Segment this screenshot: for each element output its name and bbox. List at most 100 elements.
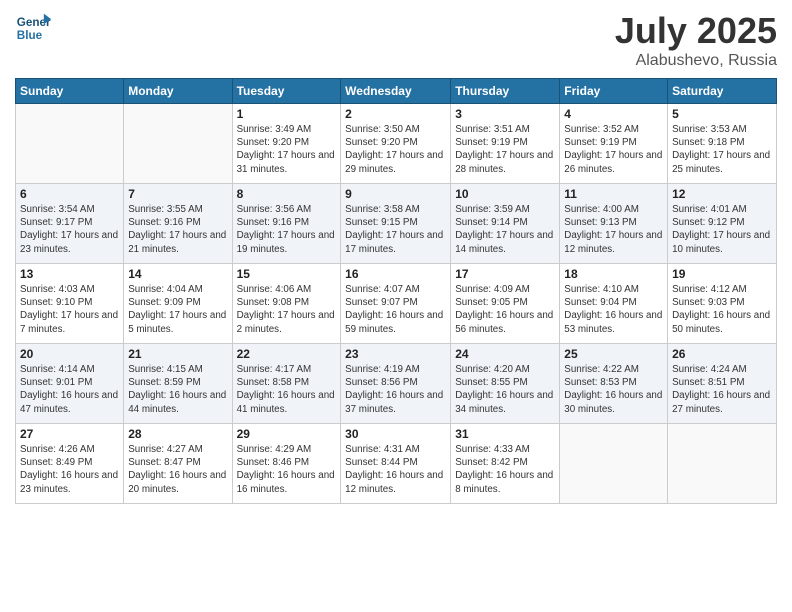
col-thursday: Thursday	[451, 79, 560, 104]
day-number: 1	[237, 107, 337, 121]
cell-w1-d2: 1Sunrise: 3:49 AM Sunset: 9:20 PM Daylig…	[232, 104, 341, 184]
cell-w4-d3: 23 Sunrise: 4:19 AM Sunset: 8:56 PM Dayli…	[341, 344, 451, 424]
day-info: Sunrise: 3:56 AM Sunset: 9:16 PM Dayligh…	[237, 203, 337, 256]
day-info: Sunrise: 4:09 AM Sunset: 9:05 PM Dayligh…	[455, 283, 555, 336]
day-number: 13	[20, 267, 119, 281]
cell-w5-d2: 29Sunrise: 4:29 AM Sunset: 8:46 PM Dayli…	[232, 424, 341, 504]
day-info: Sunrise: 4:15 AM Sunset: 8:59 PM Dayligh…	[128, 363, 227, 416]
day-info: Sunrise: 4:19 AM Sunset: 8:56 PM Dayligh…	[345, 363, 446, 416]
cell-w2-d4: 10Sunrise: 3:59 AM Sunset: 9:14 PM Dayli…	[451, 184, 560, 264]
col-friday: Friday	[560, 79, 668, 104]
cell-w1-d3: 2 Sunrise: 3:50 AM Sunset: 9:20 PM Daylig…	[341, 104, 451, 184]
week-row-2: 6 Sunrise: 3:54 AM Sunset: 9:17 PM Daylig…	[16, 184, 777, 264]
day-number: 21	[128, 347, 227, 361]
day-number: 20	[20, 347, 119, 361]
day-info: Sunrise: 3:52 AM Sunset: 9:19 PM Dayligh…	[564, 123, 663, 176]
week-row-3: 13 Sunrise: 4:03 AM Sunset: 9:10 PM Dayli…	[16, 264, 777, 344]
day-number: 31	[455, 427, 555, 441]
day-number: 19	[672, 267, 772, 281]
day-info: Sunrise: 4:22 AM Sunset: 8:53 PM Dayligh…	[564, 363, 663, 416]
cell-w3-d5: 18 Sunrise: 4:10 AM Sunset: 9:04 PM Dayli…	[560, 264, 668, 344]
cell-w4-d0: 20 Sunrise: 4:14 AM Sunset: 9:01 PM Dayli…	[16, 344, 124, 424]
day-info: Sunrise: 4:33 AM Sunset: 8:42 PM Dayligh…	[455, 443, 555, 496]
week-row-4: 20 Sunrise: 4:14 AM Sunset: 9:01 PM Dayli…	[16, 344, 777, 424]
cell-w3-d0: 13 Sunrise: 4:03 AM Sunset: 9:10 PM Dayli…	[16, 264, 124, 344]
col-tuesday: Tuesday	[232, 79, 341, 104]
col-sunday: Sunday	[16, 79, 124, 104]
cell-w1-d0	[16, 104, 124, 184]
day-number: 18	[564, 267, 663, 281]
day-number: 29	[237, 427, 337, 441]
day-number: 28	[128, 427, 227, 441]
svg-text:Blue: Blue	[17, 29, 43, 42]
day-info: Sunrise: 4:03 AM Sunset: 9:10 PM Dayligh…	[20, 283, 119, 336]
day-info: Sunrise: 4:24 AM Sunset: 8:51 PM Dayligh…	[672, 363, 772, 416]
day-info: Sunrise: 3:50 AM Sunset: 9:20 PM Dayligh…	[345, 123, 446, 176]
header: General Blue July 2025 Alabushevo, Russi…	[15, 10, 777, 70]
day-info: Sunrise: 4:00 AM Sunset: 9:13 PM Dayligh…	[564, 203, 663, 256]
day-info: Sunrise: 3:55 AM Sunset: 9:16 PM Dayligh…	[128, 203, 227, 256]
day-number: 23	[345, 347, 446, 361]
cell-w2-d3: 9 Sunrise: 3:58 AM Sunset: 9:15 PM Daylig…	[341, 184, 451, 264]
day-info: Sunrise: 4:20 AM Sunset: 8:55 PM Dayligh…	[455, 363, 555, 416]
day-info: Sunrise: 4:27 AM Sunset: 8:47 PM Dayligh…	[128, 443, 227, 496]
cell-w1-d6: 5 Sunrise: 3:53 AM Sunset: 9:18 PM Daylig…	[668, 104, 777, 184]
day-number: 7	[128, 187, 227, 201]
day-number: 8	[237, 187, 337, 201]
day-number: 27	[20, 427, 119, 441]
day-number: 6	[20, 187, 119, 201]
day-number: 30	[345, 427, 446, 441]
day-number: 9	[345, 187, 446, 201]
day-number: 26	[672, 347, 772, 361]
cell-w5-d6	[668, 424, 777, 504]
week-row-5: 27 Sunrise: 4:26 AM Sunset: 8:49 PM Dayli…	[16, 424, 777, 504]
day-number: 17	[455, 267, 555, 281]
cell-w2-d2: 8 Sunrise: 3:56 AM Sunset: 9:16 PM Daylig…	[232, 184, 341, 264]
col-saturday: Saturday	[668, 79, 777, 104]
logo: General Blue	[15, 10, 55, 46]
day-number: 5	[672, 107, 772, 121]
cell-w3-d3: 16Sunrise: 4:07 AM Sunset: 9:07 PM Dayli…	[341, 264, 451, 344]
day-info: Sunrise: 4:04 AM Sunset: 9:09 PM Dayligh…	[128, 283, 227, 336]
cell-w4-d4: 24 Sunrise: 4:20 AM Sunset: 8:55 PM Dayli…	[451, 344, 560, 424]
day-number: 12	[672, 187, 772, 201]
day-number: 15	[237, 267, 337, 281]
cell-w1-d4: 3Sunrise: 3:51 AM Sunset: 9:19 PM Daylig…	[451, 104, 560, 184]
day-info: Sunrise: 3:53 AM Sunset: 9:18 PM Dayligh…	[672, 123, 772, 176]
calendar-table: Sunday Monday Tuesday Wednesday Thursday…	[15, 78, 777, 504]
calendar-header-row: Sunday Monday Tuesday Wednesday Thursday…	[16, 79, 777, 104]
day-info: Sunrise: 4:17 AM Sunset: 8:58 PM Dayligh…	[237, 363, 337, 416]
cell-w3-d1: 14 Sunrise: 4:04 AM Sunset: 9:09 PM Dayli…	[124, 264, 232, 344]
cell-w3-d2: 15Sunrise: 4:06 AM Sunset: 9:08 PM Dayli…	[232, 264, 341, 344]
day-info: Sunrise: 3:54 AM Sunset: 9:17 PM Dayligh…	[20, 203, 119, 256]
day-number: 14	[128, 267, 227, 281]
cell-w4-d5: 25Sunrise: 4:22 AM Sunset: 8:53 PM Dayli…	[560, 344, 668, 424]
week-row-1: 1Sunrise: 3:49 AM Sunset: 9:20 PM Daylig…	[16, 104, 777, 184]
day-info: Sunrise: 4:31 AM Sunset: 8:44 PM Dayligh…	[345, 443, 446, 496]
cell-w5-d3: 30 Sunrise: 4:31 AM Sunset: 8:44 PM Dayli…	[341, 424, 451, 504]
day-info: Sunrise: 4:07 AM Sunset: 9:07 PM Dayligh…	[345, 283, 446, 336]
location-title: Alabushevo, Russia	[615, 52, 777, 70]
title-block: July 2025 Alabushevo, Russia	[615, 10, 777, 70]
day-info: Sunrise: 4:01 AM Sunset: 9:12 PM Dayligh…	[672, 203, 772, 256]
day-number: 2	[345, 107, 446, 121]
cell-w2-d1: 7 Sunrise: 3:55 AM Sunset: 9:16 PM Daylig…	[124, 184, 232, 264]
day-info: Sunrise: 4:10 AM Sunset: 9:04 PM Dayligh…	[564, 283, 663, 336]
cell-w4-d1: 21 Sunrise: 4:15 AM Sunset: 8:59 PM Dayli…	[124, 344, 232, 424]
cell-w2-d0: 6 Sunrise: 3:54 AM Sunset: 9:17 PM Daylig…	[16, 184, 124, 264]
cell-w1-d1	[124, 104, 232, 184]
day-number: 3	[455, 107, 555, 121]
cell-w2-d5: 11Sunrise: 4:00 AM Sunset: 9:13 PM Dayli…	[560, 184, 668, 264]
day-info: Sunrise: 3:59 AM Sunset: 9:14 PM Dayligh…	[455, 203, 555, 256]
day-info: Sunrise: 3:58 AM Sunset: 9:15 PM Dayligh…	[345, 203, 446, 256]
cell-w2-d6: 12 Sunrise: 4:01 AM Sunset: 9:12 PM Dayli…	[668, 184, 777, 264]
logo-icon: General Blue	[15, 10, 51, 46]
day-info: Sunrise: 4:14 AM Sunset: 9:01 PM Dayligh…	[20, 363, 119, 416]
day-info: Sunrise: 4:26 AM Sunset: 8:49 PM Dayligh…	[20, 443, 119, 496]
day-number: 4	[564, 107, 663, 121]
col-monday: Monday	[124, 79, 232, 104]
day-number: 24	[455, 347, 555, 361]
cell-w4-d2: 22 Sunrise: 4:17 AM Sunset: 8:58 PM Dayli…	[232, 344, 341, 424]
cell-w5-d5	[560, 424, 668, 504]
day-number: 22	[237, 347, 337, 361]
